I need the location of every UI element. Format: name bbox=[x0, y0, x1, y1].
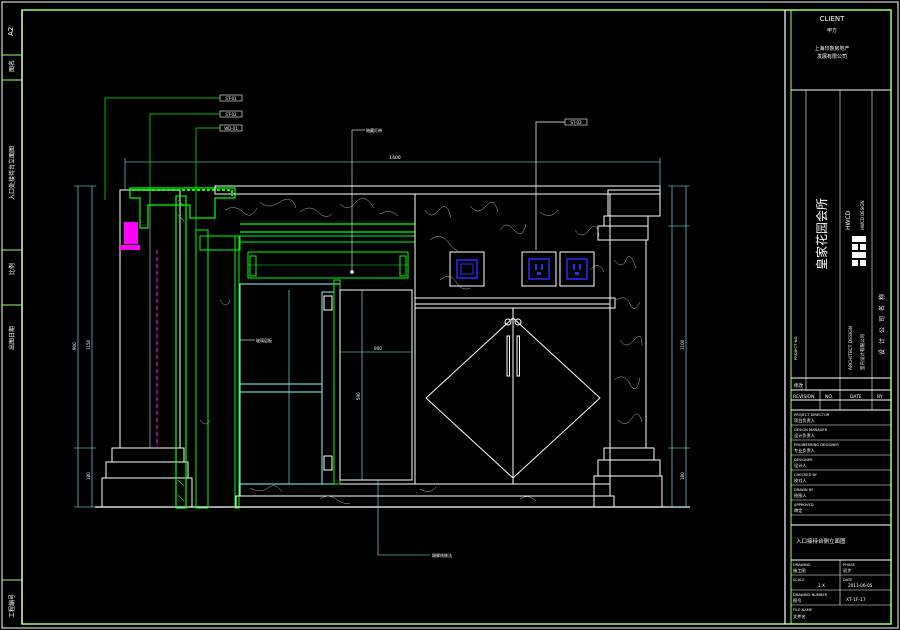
logo-sub: HWCD DESIGN bbox=[860, 200, 865, 230]
signoff-en-6: DRAWN BY bbox=[794, 488, 814, 492]
marble-texture bbox=[199, 197, 643, 504]
signoff-cn-7: 审定 bbox=[794, 507, 802, 514]
project-name: 皇家花园会所 bbox=[814, 198, 829, 270]
logo-text: HWCD bbox=[845, 210, 852, 230]
client-label-cn: 甲方 bbox=[827, 27, 837, 34]
cad-sheet: A2 图名 入口处接待台立面图 比例 出图日期 工程编号 CLIENT 甲方 上… bbox=[1, 1, 899, 629]
signoff-en-2: DESIGN MANAGER bbox=[794, 428, 828, 432]
left-strip-label-4: 出图日期 bbox=[8, 326, 16, 350]
client-label: CLIENT bbox=[820, 15, 846, 23]
drawing-title: 入口接待台侧立面图 bbox=[796, 537, 846, 545]
revision-row-label: 修改 bbox=[794, 382, 803, 389]
signoff-cn-1: 项目负责人 bbox=[794, 417, 816, 424]
firm-en: ARCHITECT DESIGN bbox=[848, 326, 854, 370]
wall-section bbox=[129, 187, 416, 509]
callout-6: 玻璃层板 bbox=[256, 337, 272, 343]
left-strip: A2 图名 入口处接待台立面图 比例 出图日期 工程编号 bbox=[2, 10, 23, 624]
firm-vertical-text: 设计公司名称 bbox=[878, 289, 886, 355]
sheet-inner-border bbox=[21, 9, 892, 625]
dim-right-1: 1100 bbox=[680, 339, 685, 350]
revision-col-no: NO. bbox=[825, 394, 833, 400]
row1-a-label: DRAWING bbox=[793, 563, 811, 567]
client-name-1: 上海印象房地产 bbox=[814, 45, 849, 52]
callout-2: ST-02 bbox=[225, 112, 237, 117]
row2-b-value: 2011-06-05 bbox=[848, 583, 873, 588]
signoff-en-7: APPROVED bbox=[794, 503, 814, 507]
signoff-cn-6: 绘图人 bbox=[794, 492, 807, 499]
row2-b-label: DATE bbox=[843, 578, 853, 582]
signoff-rows: PROJECT DIRECTOR 项目负责人 DESIGN MANAGER 设计… bbox=[791, 413, 891, 516]
row1-a-value: 施工图 bbox=[793, 567, 806, 574]
row3-b-value: XT-1F-17 bbox=[846, 597, 866, 603]
left-strip-label-3: 比例 bbox=[8, 263, 16, 275]
row3-a-value: 图号 bbox=[793, 598, 801, 604]
row1-b-label: PHASE bbox=[843, 563, 856, 567]
left-strip-label-2: 入口处接待台立面图 bbox=[8, 146, 16, 200]
client-name-2: 发展有限公司 bbox=[817, 53, 847, 60]
counter-body bbox=[199, 185, 663, 508]
signoff-cn-3: 专业负责人 bbox=[794, 447, 816, 454]
dim-top: 1400 bbox=[389, 155, 401, 161]
section-marker bbox=[124, 222, 138, 244]
row2-a-label: SCALE bbox=[793, 578, 805, 582]
callout-5: 暗藏灯带 bbox=[366, 127, 382, 133]
callout-4: ST-03 bbox=[570, 120, 582, 125]
revision-col-by: BY bbox=[877, 394, 883, 400]
project-no-label: PROJECT NO. bbox=[793, 336, 798, 361]
wall-sockets bbox=[449, 251, 595, 287]
left-strip-label-5: 工程编号 bbox=[8, 594, 16, 618]
dim-mid-h: 800 bbox=[374, 346, 382, 351]
dimensions: 1400 900 1150 180 1100 180 800 590 bbox=[72, 155, 690, 508]
signoff-cn-4: 设计人 bbox=[794, 462, 807, 469]
row2-a-value: 1:X bbox=[818, 583, 825, 588]
dim-left-2: 1150 bbox=[86, 339, 91, 350]
left-strip-label-1: 图名 bbox=[8, 60, 16, 72]
signoff-en-5: CHECKED BY bbox=[794, 473, 818, 477]
dim-mid-v: 590 bbox=[356, 392, 361, 400]
dim-left-1: 900 bbox=[72, 342, 77, 350]
callouts: ST-01 ST-02 WD-01 ST-03 暗藏灯带 玻璃层板 踢脚线做法 bbox=[104, 94, 588, 558]
info-grid: DRAWING 施工图 PHASE 初步 SCALE 1:X DATE 2011… bbox=[791, 560, 891, 620]
signoff-en-1: PROJECT DIRECTOR bbox=[794, 413, 830, 417]
callout-3: WD-01 bbox=[224, 126, 238, 131]
dim-left-3: 180 bbox=[86, 472, 91, 480]
left-column bbox=[101, 189, 193, 508]
revision-col-date: DATE bbox=[850, 394, 862, 400]
firm-logo: HWCD HWCD DESIGN bbox=[845, 200, 866, 266]
row3-a-label: DRAWING NUMBER bbox=[793, 593, 828, 597]
sheet-outer-border bbox=[1, 1, 899, 629]
title-block: CLIENT 甲方 上海印象房地产 发展有限公司 皇家花园会所 HWCD HWC… bbox=[784, 10, 891, 624]
signoff-cn-5: 校对人 bbox=[794, 477, 807, 484]
callout-7: 踢脚线做法 bbox=[432, 552, 452, 558]
firm-cn: 室内设计有限公司 bbox=[859, 334, 866, 370]
row4-a-label: FILE NAME bbox=[793, 608, 813, 612]
glass-cabinet bbox=[239, 279, 413, 485]
row1-b-value: 初步 bbox=[843, 567, 851, 574]
row4-a-value: 文件名 bbox=[793, 613, 806, 620]
signoff-en-4: DESIGNER bbox=[794, 458, 813, 462]
signoff-cn-2: 设计负责人 bbox=[794, 432, 816, 439]
dim-right-2: 180 bbox=[680, 472, 685, 480]
cabinet-doors bbox=[425, 308, 601, 484]
signoff-en-3: ENGINEERING DESIGNER bbox=[794, 443, 839, 447]
sheet-size-code: A2 bbox=[7, 27, 15, 36]
elevation-drawing: 1400 900 1150 180 1100 180 800 590 ST-01… bbox=[72, 94, 690, 558]
callout-1: ST-01 bbox=[225, 96, 237, 101]
revision-col-revision: REVISION bbox=[793, 394, 814, 400]
